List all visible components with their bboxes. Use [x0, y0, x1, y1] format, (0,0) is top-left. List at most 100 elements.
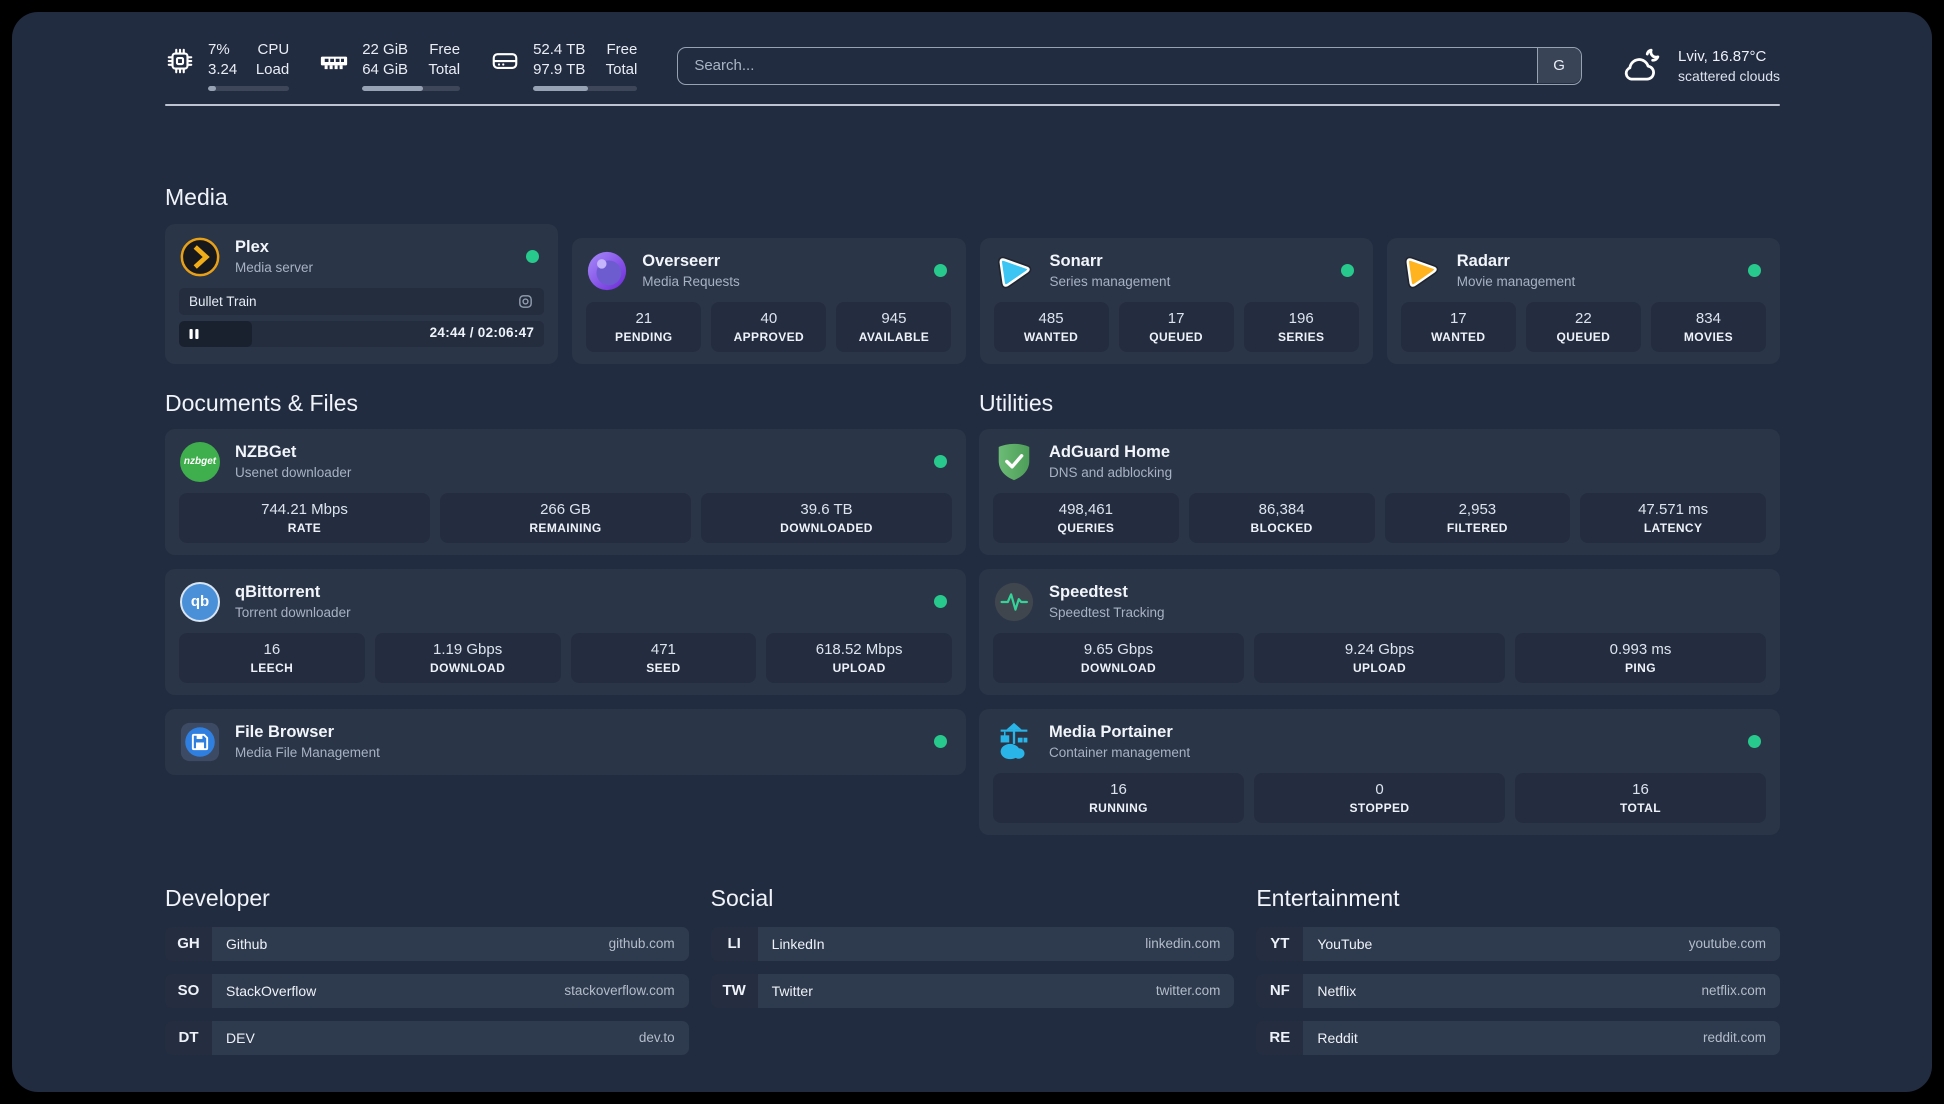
- status-dot-online: [934, 735, 947, 748]
- stat-value: 16: [263, 640, 281, 658]
- stat-value: 16: [1110, 780, 1127, 798]
- bookmarks-social: Social LI LinkedIn linkedin.com TW Twitt…: [710, 885, 1235, 1021]
- documents-column: Documents & Files nzbget NZBGet Usenet d…: [165, 390, 966, 775]
- stat-value: 9.65 Gbps: [1083, 640, 1154, 658]
- stat-tile: 1.19 Gbps DOWNLOAD: [374, 632, 561, 683]
- disk-labels: Free Total: [603, 40, 638, 80]
- cpu-values: 7% 3.24: [208, 40, 237, 80]
- stat-label: APPROVED: [733, 329, 805, 344]
- stat-tile: 834 MOVIES: [1650, 301, 1766, 352]
- cast-icon[interactable]: [517, 293, 534, 310]
- stat-tile: 266 GB REMAINING: [440, 492, 691, 543]
- disk-widget: 52.4 TB 97.9 TB Free Total: [490, 40, 638, 91]
- bookmark-name: Reddit: [1317, 1029, 1358, 1046]
- bookmark-url: netflix.com: [1701, 983, 1766, 998]
- bookmark-url: github.com: [608, 936, 675, 951]
- stat-value: 40: [760, 309, 778, 327]
- stat-tile: 0.993 ms PING: [1515, 632, 1766, 683]
- stat-value: 21: [635, 309, 653, 327]
- weather-widget: Lviv, 16.87°C scattered clouds: [1620, 46, 1780, 86]
- service-name: AdGuard Home: [1049, 442, 1171, 461]
- stat-value: 471: [650, 640, 676, 658]
- stat-tile: 39.6 TB DOWNLOADED: [701, 492, 952, 543]
- memory-labels: Free Total: [426, 40, 460, 80]
- plex-icon: [179, 236, 221, 278]
- overseerr-icon: [586, 250, 628, 292]
- service-card-qbittorrent[interactable]: qb qBittorrent Torrent downloader 16 LEE…: [165, 568, 966, 695]
- now-playing-title: Bullet Train: [189, 293, 257, 309]
- stat-value: 2,953: [1458, 500, 1497, 518]
- service-card-speedtest[interactable]: Speedtest Speedtest Tracking 9.65 Gbps D…: [979, 568, 1780, 695]
- service-name: File Browser: [235, 722, 335, 741]
- stat-label: WANTED: [1431, 329, 1486, 344]
- bookmark-name: Github: [226, 935, 268, 952]
- pause-icon[interactable]: [188, 328, 200, 340]
- bookmark-url: twitter.com: [1155, 983, 1221, 998]
- bookmark-youtube[interactable]: YT YouTube youtube.com: [1256, 926, 1780, 961]
- stat-tile: 498,461 QUERIES: [993, 492, 1179, 543]
- bookmark-url: youtube.com: [1688, 936, 1766, 951]
- dashboard-screen: 7% 3.24 CPU Load 22 GiB 64 GiB Free Tota…: [0, 0, 1944, 1104]
- memory-label-bottom: Total: [428, 61, 461, 78]
- search-provider-button[interactable]: G: [1536, 48, 1581, 83]
- stat-tile: 86,384 BLOCKED: [1188, 492, 1375, 543]
- bookmarks-entertainment: Entertainment YT YouTube youtube.com NF …: [1256, 885, 1780, 1068]
- memory-free: 22 GiB: [362, 41, 409, 58]
- qbittorrent-icon: qb: [179, 581, 221, 623]
- service-card-sonarr[interactable]: Sonarr Series management 485 WANTED 17 Q…: [979, 237, 1373, 364]
- service-card-overseerr[interactable]: Overseerr Media Requests 21 PENDING 40 A…: [572, 237, 966, 364]
- service-name: Overseerr: [642, 251, 721, 270]
- bookmark-twitter[interactable]: TW Twitter twitter.com: [710, 973, 1235, 1008]
- stat-label: UPLOAD: [1352, 660, 1407, 675]
- service-card-plex[interactable]: Plex Media server Bullet Train 24:44 / 0…: [165, 223, 559, 364]
- stat-label: MOVIES: [1683, 329, 1733, 344]
- bookmark-name: StackOverflow: [226, 982, 317, 999]
- stat-label: AVAILABLE: [858, 329, 930, 344]
- bookmarks-developer: Developer GH Github github.com SO StackO…: [165, 885, 689, 1068]
- service-description: Container management: [1049, 744, 1191, 760]
- service-name: Radarr: [1456, 251, 1510, 270]
- service-card-adguard[interactable]: AdGuard Home DNS and adblocking 498,461 …: [979, 428, 1780, 555]
- service-description: DNS and adblocking: [1049, 464, 1173, 480]
- stat-label: PING: [1625, 660, 1656, 675]
- now-playing: Bullet Train 24:44 / 02:06:47: [179, 287, 545, 347]
- service-card-radarr[interactable]: Radarr Movie management 17 WANTED 22 QUE…: [1386, 237, 1780, 364]
- stat-value: 17: [1167, 309, 1185, 327]
- section-title-documents: Documents & Files: [165, 389, 359, 416]
- stat-label: WANTED: [1023, 329, 1079, 344]
- bookmark-name: Twitter: [771, 982, 813, 999]
- search-input[interactable]: [677, 46, 1583, 85]
- stat-tile: 16 LEECH: [179, 632, 365, 683]
- service-card-filebrowser[interactable]: File Browser Media File Management: [165, 708, 966, 775]
- bookmark-name: Netflix: [1317, 982, 1357, 999]
- header: 7% 3.24 CPU Load 22 GiB 64 GiB Free Tota…: [165, 40, 1780, 91]
- status-dot-online: [934, 595, 947, 608]
- service-description: Usenet downloader: [235, 464, 352, 480]
- service-name: Plex: [235, 237, 269, 256]
- stat-tile: 22 QUEUED: [1525, 301, 1641, 352]
- bookmark-netflix[interactable]: NF Netflix netflix.com: [1256, 973, 1780, 1008]
- memory-progressbar: [362, 86, 461, 91]
- stat-value: 17: [1449, 309, 1467, 327]
- bookmark-url: stackoverflow.com: [564, 983, 675, 998]
- bookmark-abbr: YT: [1256, 926, 1304, 961]
- memory-values: 22 GiB 64 GiB: [362, 40, 408, 80]
- stat-label: DOWNLOAD: [1080, 660, 1157, 675]
- bookmark-reddit[interactable]: RE Reddit reddit.com: [1256, 1020, 1780, 1055]
- bookmark-url: dev.to: [638, 1030, 675, 1045]
- stat-value: 266 GB: [540, 500, 591, 518]
- stat-tile: 40 APPROVED: [711, 301, 827, 352]
- bookmark-dev[interactable]: DT DEV dev.to: [165, 1020, 689, 1055]
- filebrowser-icon: [179, 721, 221, 763]
- cpu-load: 3.24: [208, 61, 238, 78]
- disk-values: 52.4 TB 97.9 TB: [533, 40, 585, 80]
- service-card-portainer[interactable]: Media Portainer Container management 16 …: [979, 708, 1780, 835]
- service-card-nzbget[interactable]: nzbget NZBGet Usenet downloader 744.21 M…: [165, 428, 966, 555]
- bookmark-abbr: LI: [710, 926, 758, 961]
- bookmark-stackoverflow[interactable]: SO StackOverflow stackoverflow.com: [165, 973, 689, 1008]
- stat-value: 485: [1038, 309, 1064, 327]
- bookmark-linkedin[interactable]: LI LinkedIn linkedin.com: [710, 926, 1235, 961]
- radarr-icon: [1401, 250, 1443, 292]
- bookmark-github[interactable]: GH Github github.com: [165, 926, 689, 961]
- stat-label: TOTAL: [1620, 800, 1661, 815]
